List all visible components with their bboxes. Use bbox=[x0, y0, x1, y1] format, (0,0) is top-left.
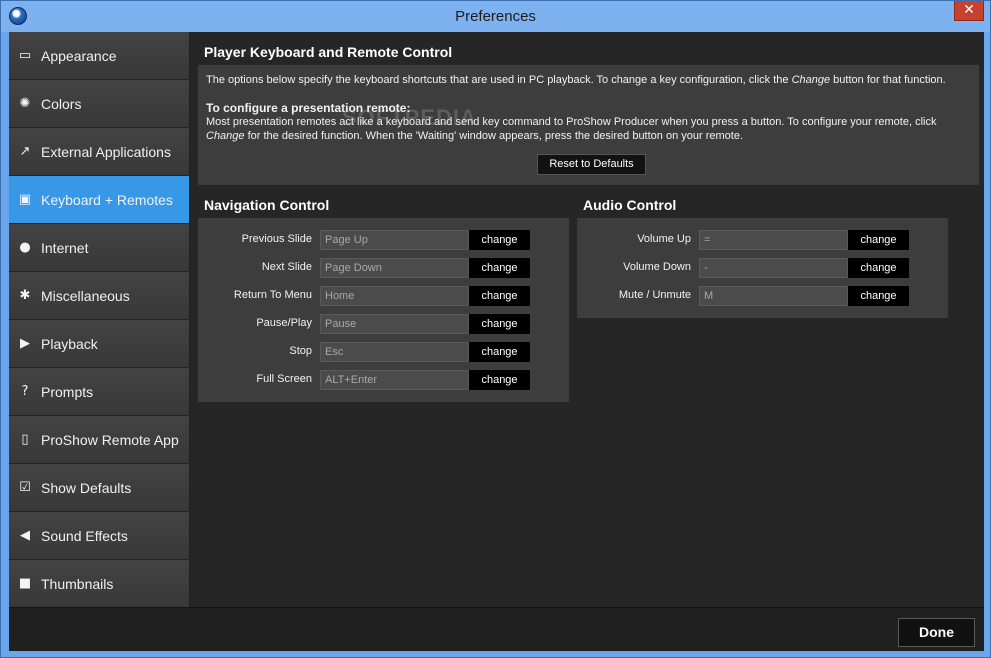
sidebar-item-label: External Applications bbox=[41, 143, 171, 160]
shortcut-key-field: ALT+Enter bbox=[320, 370, 469, 390]
keyboard-icon: ▣ bbox=[18, 192, 32, 207]
shortcut-label: Volume Up bbox=[637, 233, 691, 245]
audio-row: Mute / Unmute Mchange bbox=[577, 286, 948, 306]
navigation-row: Next Slide Page Down change bbox=[198, 258, 569, 278]
change-button[interactable]: change bbox=[469, 286, 530, 306]
sidebar-item-internet[interactable]: ● Internet bbox=[9, 224, 189, 272]
sidebar-item-label: Miscellaneous bbox=[41, 287, 130, 304]
info-intro: The options below specify the keyboard s… bbox=[206, 73, 976, 87]
shortcut-key-field: Home bbox=[320, 286, 469, 306]
info-intro-emphasis: Change bbox=[791, 74, 831, 86]
sidebar-item-prompts[interactable]: ? Prompts bbox=[9, 368, 189, 416]
page-title: Player Keyboard and Remote Control bbox=[204, 44, 453, 60]
audio-control-title: Audio Control bbox=[583, 197, 677, 213]
shortcut-key-field: Page Up bbox=[320, 230, 469, 250]
change-button[interactable]: change bbox=[848, 286, 909, 306]
remote-instructions-pre: Most presentation remotes act like a key… bbox=[206, 116, 937, 128]
sidebar-item-thumbnails[interactable]: ■ Thumbnails bbox=[9, 560, 189, 608]
sidebar-item-proshow-remote-app[interactable]: ▯ ProShow Remote App bbox=[9, 416, 189, 464]
change-button[interactable]: change bbox=[469, 258, 530, 278]
audio-row: Volume Down - change bbox=[577, 258, 948, 278]
watermark: SOFTPEDIA bbox=[342, 105, 477, 130]
sidebar-item-label: ProShow Remote App bbox=[41, 431, 179, 448]
remote-icon: ▯ bbox=[21, 432, 29, 447]
navigation-row: Return To Menu Home change bbox=[198, 286, 569, 306]
sidebar-item-show-defaults[interactable]: ☑ Show Defaults bbox=[9, 464, 189, 512]
navigation-row: Stop Esc change bbox=[198, 342, 569, 362]
title-bar[interactable]: Preferences ✕ bbox=[1, 1, 990, 32]
shortcut-key-field: Page Down bbox=[320, 258, 469, 278]
shortcut-label: Volume Down bbox=[623, 261, 691, 273]
shortcut-key-field: Esc bbox=[320, 342, 469, 362]
sidebar-item-colors[interactable]: ✺ Colors bbox=[9, 80, 189, 128]
sidebar-item-label: Prompts bbox=[41, 383, 94, 400]
change-button[interactable]: change bbox=[848, 230, 909, 250]
window-title: Preferences bbox=[455, 8, 536, 25]
shortcut-key-field: Pause bbox=[320, 314, 469, 334]
client-area: ▭ Appearance ✺ Colors ↗ External Applications… bbox=[9, 32, 984, 651]
change-button[interactable]: change bbox=[469, 342, 530, 362]
info-intro-pre: The options below specify the keyboard s… bbox=[206, 74, 792, 86]
sidebar-item-label: Thumbnails bbox=[41, 575, 114, 592]
change-button[interactable]: change bbox=[469, 370, 530, 390]
speaker-icon: ◀ bbox=[20, 528, 30, 543]
sidebar-item-sound-effects[interactable]: ◀ Sound Effects bbox=[9, 512, 189, 560]
sidebar-item-appearance[interactable]: ▭ Appearance bbox=[9, 32, 189, 80]
sidebar-item-miscellaneous[interactable]: ✱ Miscellaneous bbox=[9, 272, 189, 320]
change-button[interactable]: change bbox=[848, 258, 909, 278]
sidebar-item-external-applications[interactable]: ↗ External Applications bbox=[9, 128, 189, 176]
colors-icon: ✺ bbox=[19, 96, 31, 111]
external-apps-icon: ↗ bbox=[19, 144, 31, 159]
audio-control-panel: Volume Up = change Volume Down - change Mute /… bbox=[577, 218, 948, 318]
checkbox-icon: ☑ bbox=[19, 480, 31, 495]
remote-instructions: Most presentation remotes act like a key… bbox=[206, 115, 976, 143]
sidebar-item-label: Show Defaults bbox=[41, 479, 132, 496]
globe-icon: ● bbox=[19, 240, 31, 255]
sidebar-item-label: Colors bbox=[41, 95, 82, 112]
sidebar-item-keyboard-remotes[interactable]: ▣ Keyboard + Remotes bbox=[9, 176, 189, 224]
sidebar-item-label: Playback bbox=[41, 335, 98, 352]
sidebar-item-label: Keyboard + Remotes bbox=[41, 191, 173, 208]
navigation-row: Pause/Play Pause change bbox=[198, 314, 569, 334]
question-icon: ? bbox=[21, 384, 29, 399]
footer: Done bbox=[9, 607, 984, 651]
shortcut-label: Pause/Play bbox=[256, 317, 312, 329]
sidebar-item-label: Sound Effects bbox=[41, 527, 128, 544]
shortcut-label: Next Slide bbox=[261, 261, 312, 273]
sidebar: ▭ Appearance ✺ Colors ↗ External Applications… bbox=[9, 32, 189, 608]
change-button[interactable]: change bbox=[469, 230, 530, 250]
navigation-row: Previous Slide Page Up change bbox=[198, 230, 569, 250]
shortcut-label: Return To Menu bbox=[233, 289, 312, 301]
close-button[interactable]: ✕ bbox=[954, 1, 984, 21]
play-icon: ▶ bbox=[20, 336, 30, 351]
navigation-control-title: Navigation Control bbox=[204, 197, 330, 213]
change-button[interactable]: change bbox=[469, 314, 530, 334]
preferences-window: Preferences ✕ ▭ Appearance ✺ Colors ↗ Externa… bbox=[0, 0, 991, 658]
shortcut-label: Full Screen bbox=[256, 373, 312, 385]
info-intro-post: button for that function. bbox=[830, 74, 946, 86]
done-button[interactable]: Done bbox=[898, 618, 975, 647]
main-panel: Player Keyboard and Remote Control The o… bbox=[190, 32, 984, 607]
shortcut-key-field: = bbox=[699, 230, 848, 250]
info-panel: The options below specify the keyboard s… bbox=[198, 65, 979, 185]
shortcut-key-field: M bbox=[699, 286, 848, 306]
shortcut-label: Previous Slide bbox=[241, 233, 312, 245]
gear-icon: ✱ bbox=[19, 288, 31, 303]
sidebar-item-label: Internet bbox=[41, 239, 89, 256]
audio-row: Volume Up = change bbox=[577, 230, 948, 250]
shortcut-key-field: - bbox=[699, 258, 848, 278]
thumbnail-icon: ■ bbox=[18, 576, 32, 591]
appearance-icon: ▭ bbox=[18, 48, 32, 63]
reset-to-defaults-button[interactable]: Reset to Defaults bbox=[537, 154, 646, 175]
navigation-row: Full Screen ALT+Enter change bbox=[198, 370, 569, 390]
remote-instructions-post: for the desired function. When the 'Wait… bbox=[244, 130, 744, 142]
sidebar-item-playback[interactable]: ▶ Playback bbox=[9, 320, 189, 368]
shortcut-label: Stop bbox=[289, 345, 312, 357]
sidebar-item-label: Appearance bbox=[41, 47, 117, 64]
remote-instructions-emphasis: Change bbox=[206, 130, 245, 142]
navigation-control-panel: Previous Slide Page Up change Next Slide Pag… bbox=[198, 218, 569, 402]
shortcut-label: Mute / Unmute bbox=[618, 289, 691, 301]
